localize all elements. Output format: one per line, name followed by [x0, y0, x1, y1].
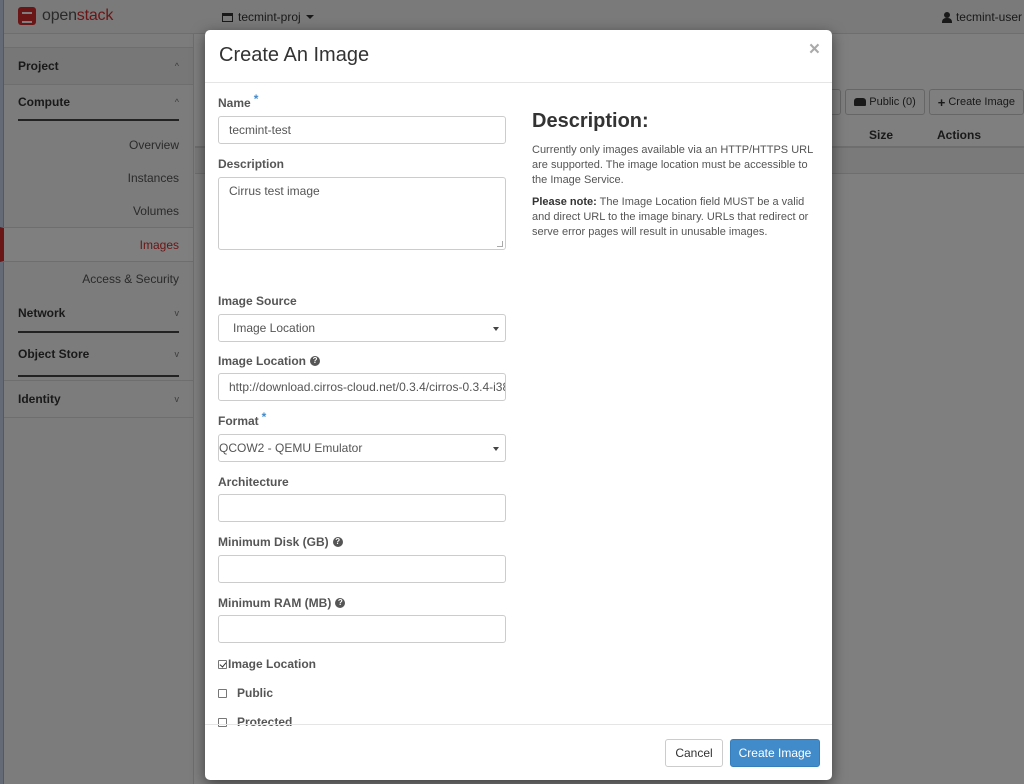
label-text: Minimum Disk (GB) [218, 535, 329, 549]
label-text: Image Location [218, 354, 307, 368]
create-image-button[interactable]: Create Image [730, 739, 820, 767]
help-icon[interactable]: ? [332, 537, 343, 547]
name-input[interactable]: tecmint-test [218, 116, 506, 144]
caret-down-icon [493, 447, 499, 451]
description-panel: Description: Currently only images avail… [532, 110, 824, 247]
architecture-input[interactable] [218, 494, 506, 522]
description-panel-title: Description: [532, 110, 649, 132]
checkbox-label: Image Location [228, 657, 317, 671]
image-location-label: Image Location? [218, 354, 321, 368]
min-disk-input[interactable] [218, 555, 506, 583]
modal-footer: Cancel Create Image [205, 724, 832, 780]
caret-down-icon [493, 327, 499, 331]
min-ram-label: Minimum RAM (MB)? [218, 596, 346, 610]
label-text: Name [218, 96, 251, 110]
image-source-label: Image Source [218, 294, 297, 308]
description-textarea[interactable]: Cirrus test image [218, 177, 506, 250]
description-note: Please note: The Image Location field MU… [532, 195, 824, 240]
description-label: Description [218, 157, 285, 171]
input-value: http://download.cirros-cloud.net/0.3.4/c… [229, 380, 506, 394]
description-paragraph: Currently only images available via an H… [532, 144, 813, 186]
note-label: Please note: [532, 196, 597, 208]
resize-handle[interactable] [497, 241, 503, 247]
image-source-select[interactable]: Image Location [218, 314, 506, 342]
format-label: Format * [218, 410, 266, 428]
name-label: Name * [218, 92, 258, 110]
architecture-label: Architecture [218, 475, 289, 489]
image-location-checkbox[interactable] [218, 659, 227, 669]
input-value: Cirrus test image [229, 184, 320, 198]
input-value: tecmint-test [229, 123, 292, 137]
help-icon[interactable]: ? [335, 598, 346, 608]
modal-title: Create An Image [219, 44, 370, 66]
select-value: QCOW2 - QEMU Emulator [219, 441, 363, 455]
image-location-input[interactable]: http://download.cirros-cloud.net/0.3.4/c… [218, 373, 506, 401]
public-checkbox[interactable] [218, 688, 227, 698]
select-value: Image Location [233, 321, 316, 335]
label-text: Minimum RAM (MB) [218, 596, 332, 610]
public-checkbox-row[interactable]: Public [218, 686, 273, 700]
min-disk-label: Minimum Disk (GB)? [218, 535, 343, 549]
image-location-checkbox-row[interactable]: Image Location [218, 657, 316, 671]
help-icon[interactable]: ? [310, 356, 321, 366]
checkbox-label: Public [237, 686, 274, 700]
format-select[interactable]: QCOW2 - QEMU Emulator [218, 434, 506, 462]
close-icon[interactable]: × [809, 40, 820, 59]
cancel-button[interactable]: Cancel [665, 739, 723, 767]
required-marker: * [261, 410, 267, 424]
min-ram-input[interactable] [218, 615, 506, 643]
label-text: Format [218, 414, 259, 428]
create-image-dialog: Create An Image × Name * tecmint-test Des… [205, 30, 832, 780]
modal-header: Create An Image × [205, 30, 832, 83]
required-marker: * [253, 92, 259, 106]
